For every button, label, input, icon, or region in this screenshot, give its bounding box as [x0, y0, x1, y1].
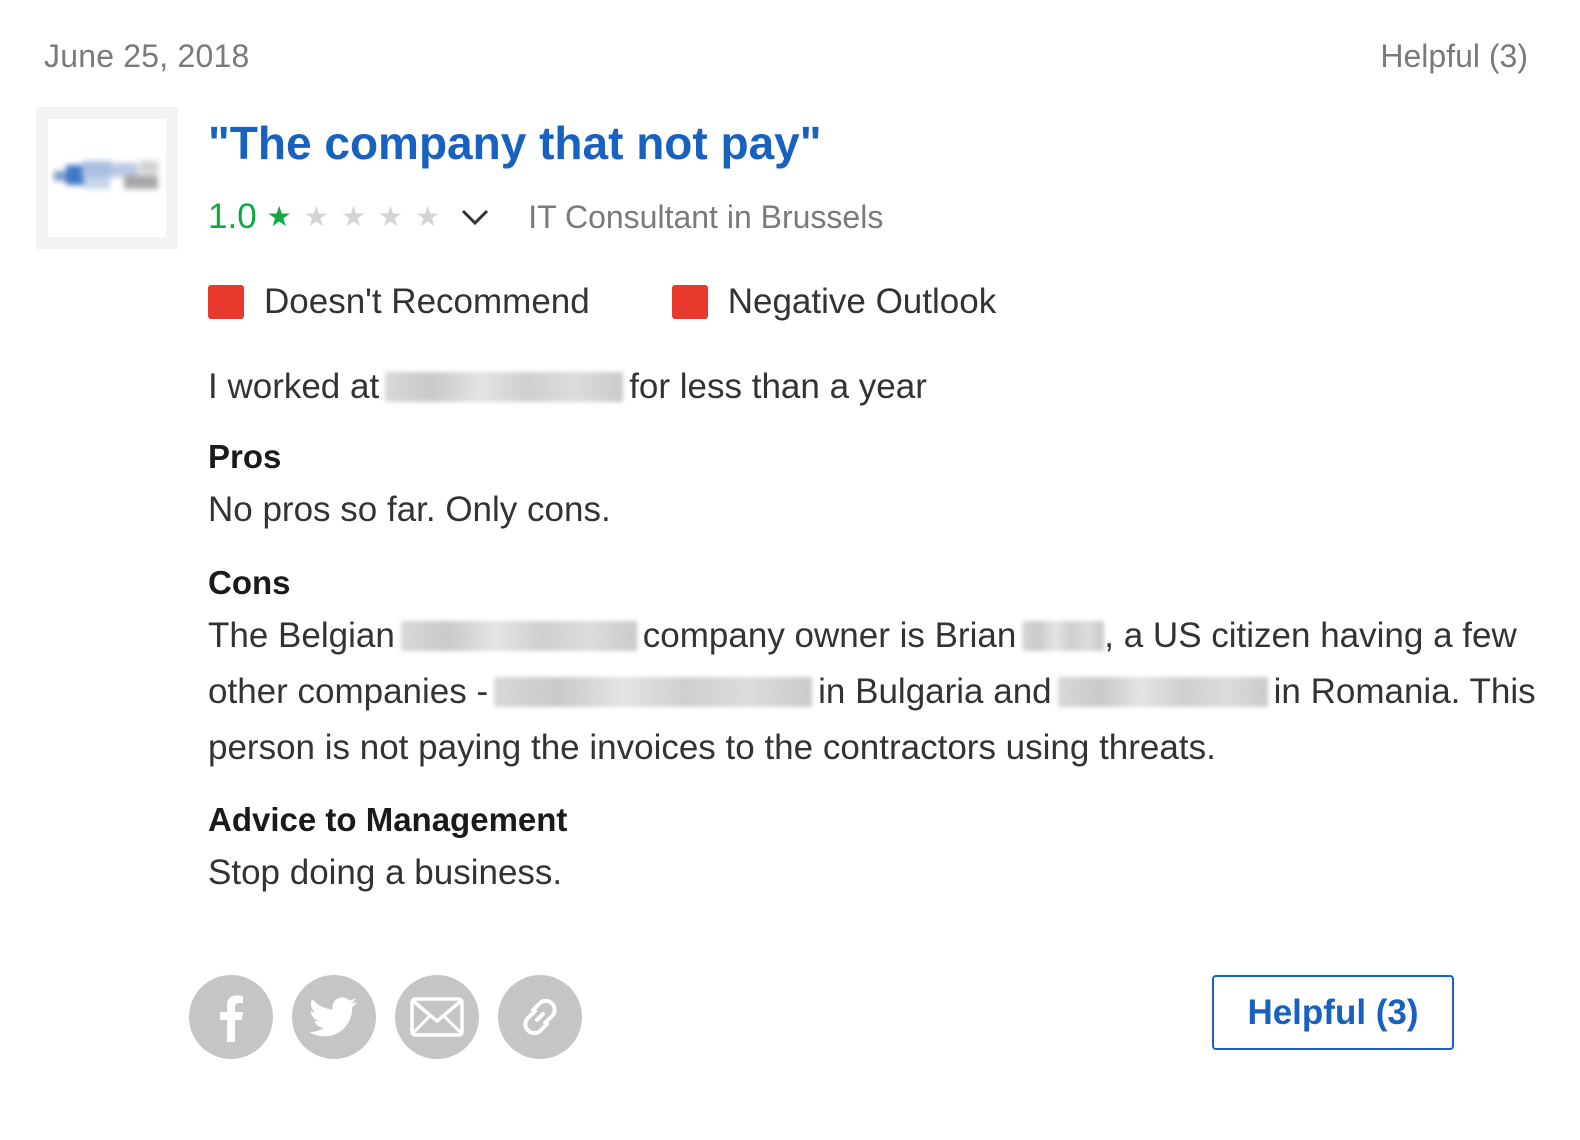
chevron-down-icon[interactable] — [458, 200, 492, 234]
rating-value: 1.0 — [208, 197, 257, 236]
pros-heading: Pros — [208, 438, 282, 475]
cons-text: The Belgian company owner is Brian , a US … — [208, 608, 1536, 776]
flag-doesnt-recommend: Doesn't Recommend — [208, 282, 590, 322]
company-logo-image — [48, 119, 166, 237]
cons-fragment: other companies - — [208, 672, 489, 711]
job-title: IT Consultant in Brussels — [528, 198, 884, 235]
star-icon-1: ★ — [266, 201, 292, 232]
cons-line: The Belgian company owner is Brian , a US … — [208, 608, 1536, 664]
facebook-icon — [220, 995, 243, 1042]
helpful-count-link[interactable]: Helpful (3) — [1380, 38, 1528, 75]
advice-text: Stop doing a business. — [208, 853, 563, 892]
star-icon-4: ★ — [377, 201, 404, 232]
cons-heading: Cons — [208, 564, 291, 601]
cons-line: other companies - in Bulgaria and in Roman… — [208, 664, 1536, 720]
company-logo[interactable] — [36, 107, 178, 249]
star-icon-5: ★ — [415, 201, 441, 232]
redacted-person-name — [1022, 621, 1105, 651]
star-icon-3: ★ — [340, 201, 366, 232]
redacted-company-name — [400, 621, 637, 651]
cons-fragment: in Romania. This — [1273, 672, 1536, 711]
employment-status: I worked at for less than a year — [208, 359, 927, 415]
share-link-button[interactable] — [498, 975, 582, 1059]
share-email-button[interactable] — [395, 975, 479, 1059]
red-square-icon — [671, 285, 708, 319]
review-date: June 25, 2018 — [44, 38, 250, 74]
employment-after: for less than a year — [629, 367, 927, 406]
share-twitter-button[interactable] — [292, 975, 376, 1059]
cons-line: person is not paying the invoices to the… — [208, 728, 1216, 767]
link-icon — [523, 998, 557, 1036]
pros-text: No pros so far. Only cons. — [208, 490, 611, 529]
cons-fragment: in Bulgaria and — [818, 672, 1052, 711]
flag-negative-outlook: Negative Outlook — [671, 282, 997, 322]
redacted-company-name — [385, 372, 624, 402]
cons-fragment: The Belgian — [208, 616, 395, 655]
cons-fragment: company owner is Brian — [642, 616, 1017, 655]
advice-heading: Advice to Management — [208, 801, 568, 838]
redacted-company-name — [494, 677, 813, 707]
twitter-icon — [310, 997, 357, 1037]
rating-row: 1.0 ★ ★ ★ ★ ★ IT Consultant in Brussels — [208, 194, 883, 240]
helpful-button[interactable]: Helpful (3) — [1212, 975, 1454, 1050]
redacted-company-name — [1057, 677, 1268, 707]
cons-fragment: , a US citizen having a few — [1104, 616, 1517, 655]
flag-label: Negative Outlook — [727, 282, 997, 321]
share-buttons — [189, 975, 601, 1059]
email-icon — [410, 997, 464, 1037]
employment-before: I worked at — [208, 367, 380, 406]
share-facebook-button[interactable] — [189, 975, 273, 1059]
review-title[interactable]: "The company that not pay" — [208, 116, 822, 170]
recommendation-flags: Doesn't Recommend Negative Outlook — [208, 282, 1078, 322]
red-square-icon — [208, 285, 244, 319]
star-icon-2: ★ — [303, 201, 329, 232]
flag-label: Doesn't Recommend — [264, 282, 590, 321]
